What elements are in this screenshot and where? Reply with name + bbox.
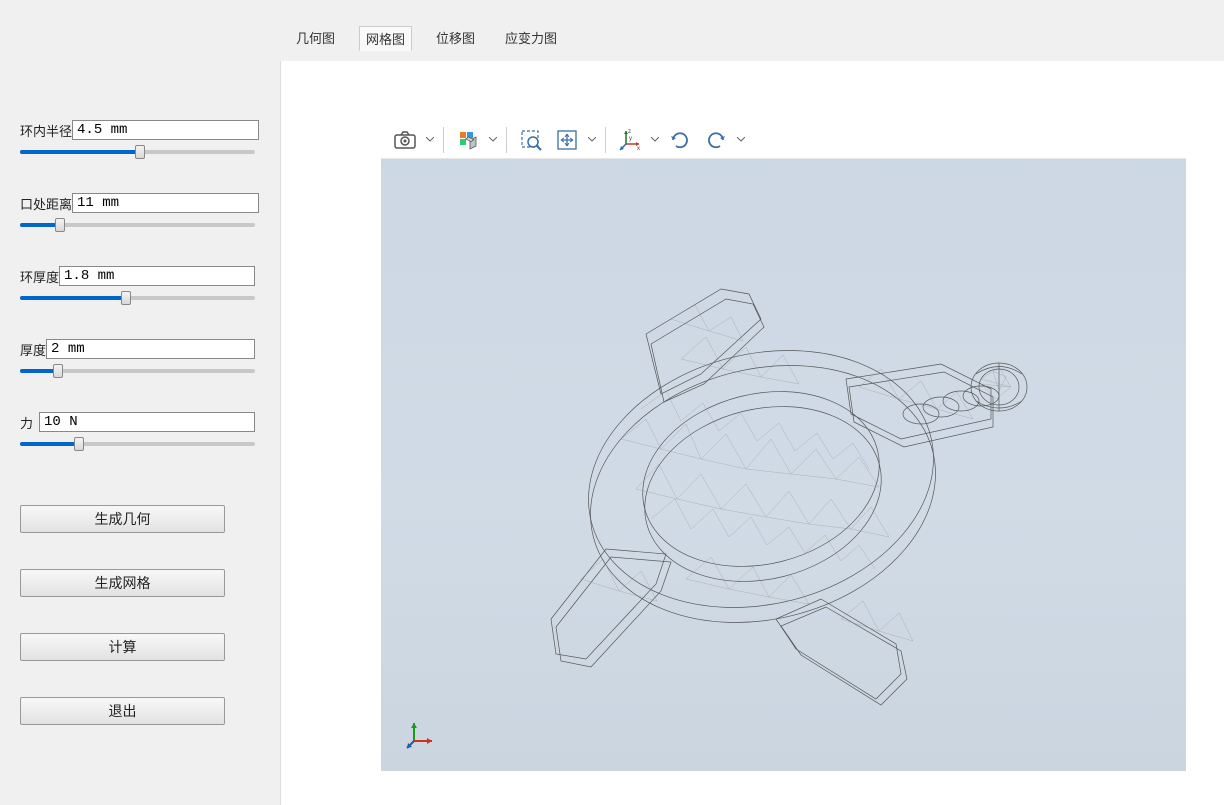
svg-text:x: x	[637, 146, 640, 152]
chevron-down-icon	[489, 137, 497, 142]
action-buttons-section: 生成几何 生成网格 计算 退出	[20, 505, 255, 761]
thickness-label: 厚度	[20, 340, 46, 359]
exit-button[interactable]: 退出	[20, 697, 225, 725]
force-input[interactable]	[39, 412, 255, 432]
zoom-fit-button[interactable]	[551, 124, 583, 156]
param-gap-distance: 口处距离	[20, 193, 255, 236]
zoom-box-icon	[520, 129, 542, 151]
generate-mesh-button[interactable]: 生成网格	[20, 569, 225, 597]
screenshot-button[interactable]	[389, 124, 421, 156]
ring-thickness-slider[interactable]	[20, 289, 255, 309]
rotate-dropdown[interactable]	[736, 124, 746, 156]
rotate-ccw-icon	[668, 128, 692, 152]
axis-dropdown[interactable]	[650, 124, 660, 156]
main-area: 几何图 网格图 位移图 应变力图	[280, 0, 1224, 805]
mesh-viewport[interactable]	[381, 159, 1186, 771]
tabs-row: 几何图 网格图 位移图 应变力图	[280, 0, 1224, 61]
render-mode-button[interactable]	[452, 124, 484, 156]
zoom-dropdown[interactable]	[587, 124, 597, 156]
tab-geometry[interactable]: 几何图	[290, 26, 341, 51]
param-thickness: 厚度	[20, 339, 255, 382]
rotate-ccw-button[interactable]	[664, 124, 696, 156]
tab-stress[interactable]: 应变力图	[499, 26, 563, 51]
tab-mesh[interactable]: 网格图	[359, 26, 412, 51]
chevron-down-icon	[651, 137, 659, 142]
param-ring-thickness: 环厚度	[20, 266, 255, 309]
rotate-cw-button[interactable]	[700, 124, 732, 156]
gap-distance-label: 口处距离	[20, 194, 72, 213]
generate-geometry-button[interactable]: 生成几何	[20, 505, 225, 533]
ring-thickness-input[interactable]	[59, 266, 255, 286]
force-label: 力	[20, 413, 33, 432]
screenshot-dropdown[interactable]	[425, 124, 435, 156]
chevron-down-icon	[588, 137, 596, 142]
gap-distance-slider[interactable]	[20, 216, 255, 236]
viewer-panel: z xy	[280, 61, 1224, 805]
inner-radius-input[interactable]	[72, 120, 259, 140]
param-inner-radius: 环内半径	[20, 120, 255, 163]
tab-displacement[interactable]: 位移图	[430, 26, 481, 51]
cube-render-icon	[457, 129, 479, 151]
ring-thickness-label: 环厚度	[20, 267, 59, 286]
axis-xyz-icon: z xy	[618, 128, 642, 152]
axis-xyz-button[interactable]: z xy	[614, 124, 646, 156]
rotate-cw-icon	[704, 128, 728, 152]
mesh-3d-view	[381, 159, 1186, 771]
svg-text:z: z	[628, 129, 631, 135]
gap-distance-input[interactable]	[72, 193, 259, 213]
thickness-input[interactable]	[46, 339, 255, 359]
camera-icon	[394, 131, 416, 149]
force-slider[interactable]	[20, 435, 255, 455]
inner-radius-slider[interactable]	[20, 143, 255, 163]
viewer-toolbar: z xy	[381, 121, 1186, 159]
viewer-inner: z xy	[381, 121, 1186, 771]
zoom-fit-icon	[556, 129, 578, 151]
sidebar: 环内半径 口处距离 环厚度 厚度	[0, 0, 280, 805]
render-mode-dropdown[interactable]	[488, 124, 498, 156]
chevron-down-icon	[426, 137, 434, 142]
svg-text:y: y	[629, 136, 632, 142]
chevron-down-icon	[737, 137, 745, 142]
zoom-select-button[interactable]	[515, 124, 547, 156]
inner-radius-label: 环内半径	[20, 121, 72, 140]
param-force: 力	[20, 412, 255, 455]
thickness-slider[interactable]	[20, 362, 255, 382]
axis-triad-icon	[406, 719, 436, 749]
compute-button[interactable]: 计算	[20, 633, 225, 661]
axis-indicator	[406, 719, 436, 749]
